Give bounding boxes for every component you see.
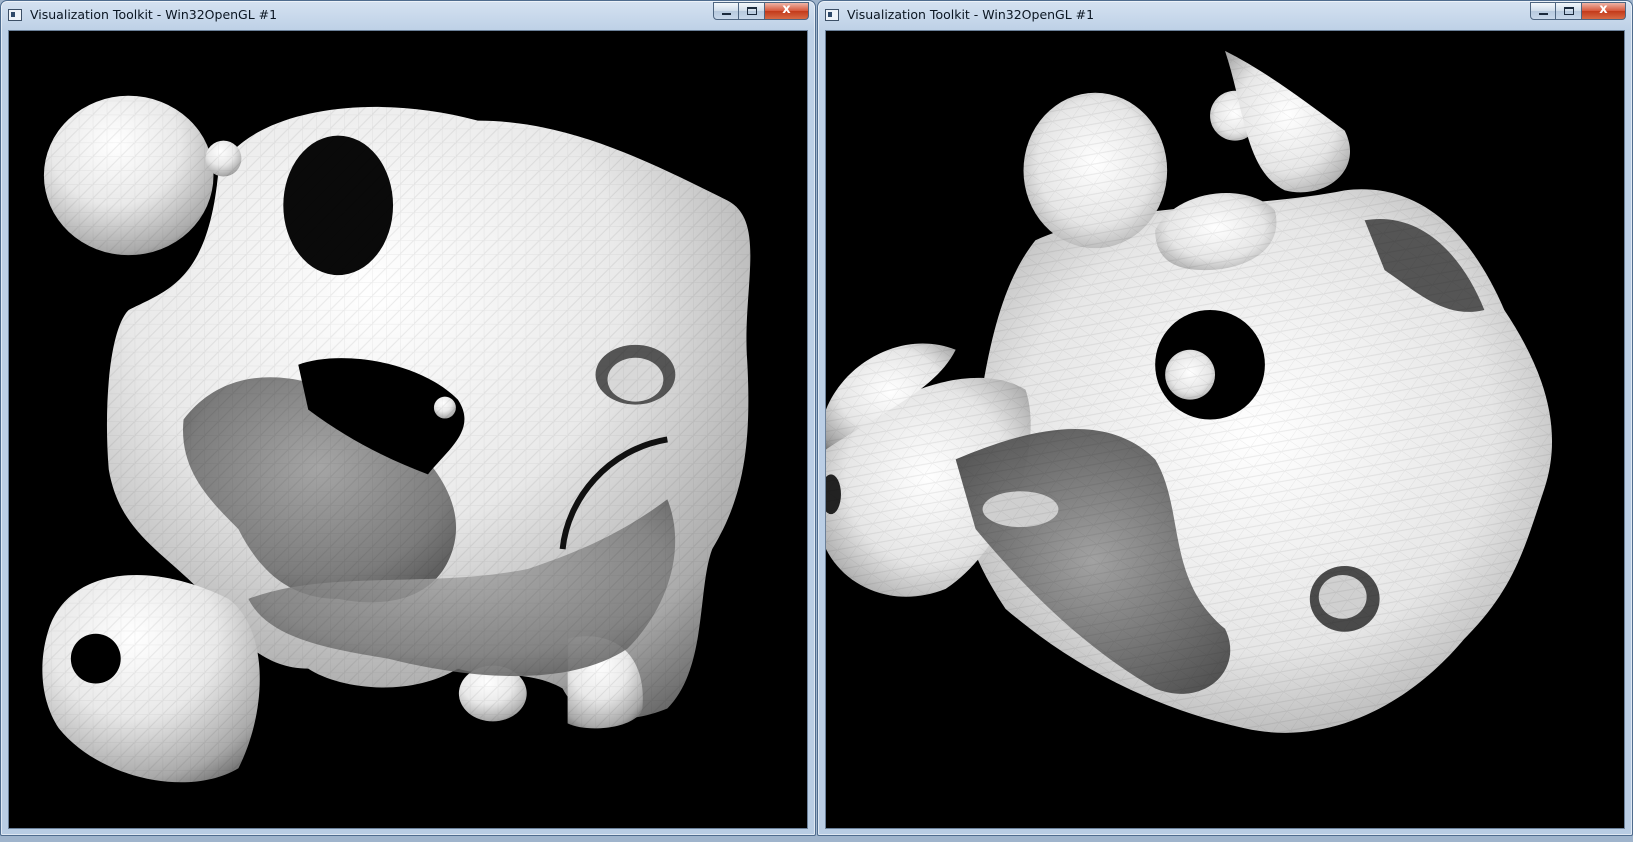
- caption-buttons: x: [713, 2, 809, 20]
- isosurface-render-front: [9, 31, 807, 828]
- close-button[interactable]: x: [765, 2, 809, 20]
- close-icon: x: [782, 2, 791, 17]
- title-bar[interactable]: Visualization Toolkit - Win32OpenGL #1 x: [1, 1, 815, 29]
- minimize-button[interactable]: [713, 2, 739, 20]
- window-title: Visualization Toolkit - Win32OpenGL #1: [30, 7, 278, 22]
- isosurface-mesh: [9, 31, 807, 828]
- title-bar[interactable]: Visualization Toolkit - Win32OpenGL #1 x: [818, 1, 1632, 29]
- render-viewport[interactable]: [825, 30, 1625, 829]
- app-icon[interactable]: [8, 9, 22, 21]
- vtk-render-window-right: Visualization Toolkit - Win32OpenGL #1 x: [817, 0, 1633, 836]
- maximize-icon: [747, 7, 757, 15]
- maximize-button[interactable]: [739, 2, 765, 20]
- close-icon: x: [1599, 2, 1608, 17]
- isosurface-render-rotated: [826, 31, 1624, 828]
- render-viewport[interactable]: [8, 30, 808, 829]
- close-button[interactable]: x: [1582, 2, 1626, 20]
- vtk-render-window-left: Visualization Toolkit - Win32OpenGL #1 x: [0, 0, 816, 836]
- app-icon[interactable]: [825, 9, 839, 21]
- window-title: Visualization Toolkit - Win32OpenGL #1: [847, 7, 1095, 22]
- maximize-button[interactable]: [1556, 2, 1582, 20]
- minimize-button[interactable]: [1530, 2, 1556, 20]
- isosurface-mesh: [826, 31, 1624, 828]
- minimize-icon: [1539, 13, 1548, 15]
- minimize-icon: [722, 13, 731, 15]
- maximize-icon: [1564, 7, 1574, 15]
- caption-buttons: x: [1530, 2, 1626, 20]
